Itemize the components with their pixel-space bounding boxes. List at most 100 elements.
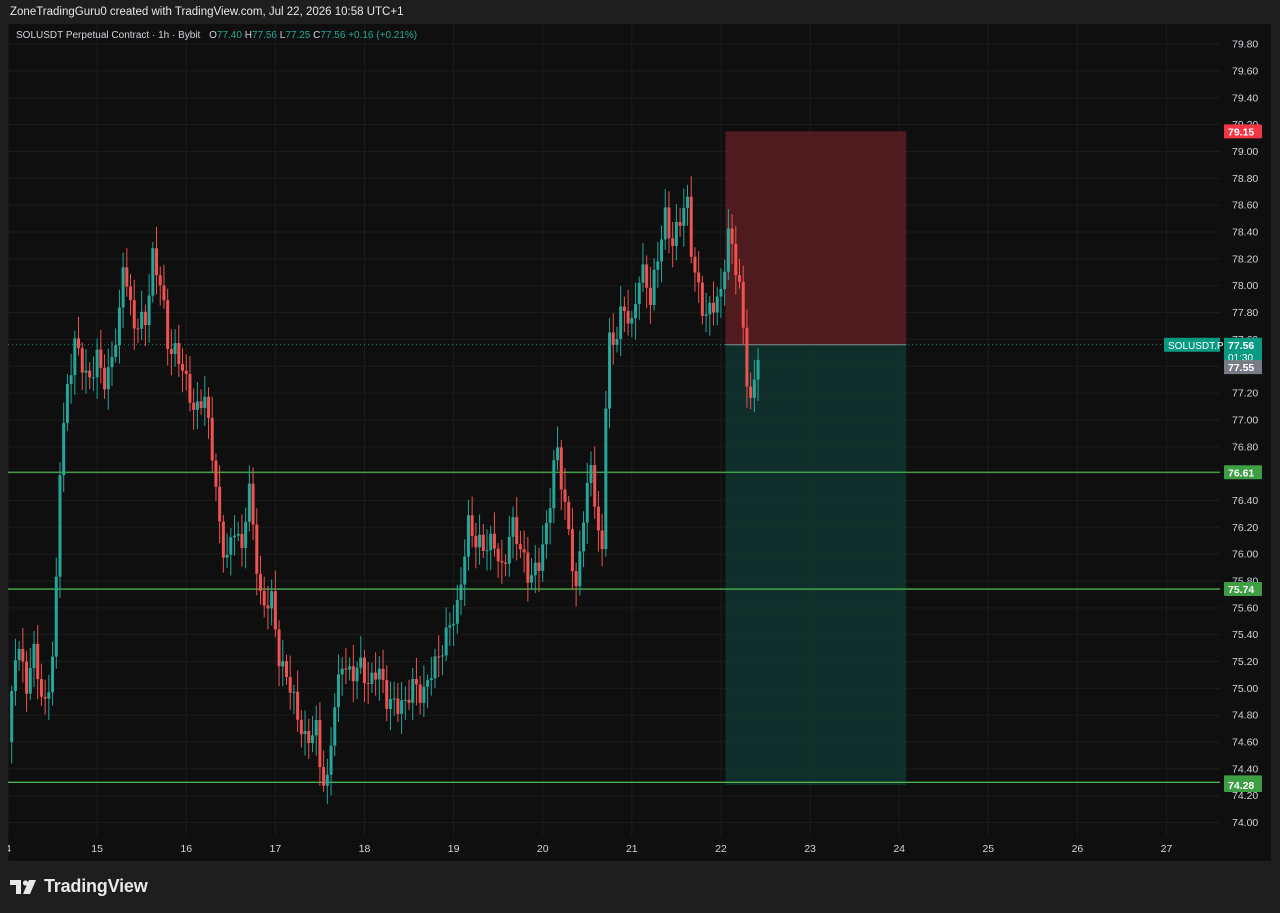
candle-body <box>619 306 623 340</box>
candle-body <box>329 745 333 775</box>
candle-body <box>730 228 734 244</box>
candle-body <box>652 269 656 305</box>
x-tick-label: 19 <box>448 843 460 855</box>
y-tick-label: 78.80 <box>1232 173 1258 185</box>
candle-body <box>195 401 199 410</box>
candle-body <box>143 311 147 326</box>
candle-body <box>459 584 463 600</box>
candle-body <box>310 735 314 744</box>
grid <box>8 24 1220 836</box>
candle-body <box>734 243 738 276</box>
candle-body <box>259 573 262 591</box>
candle-body <box>656 261 660 270</box>
y-tick-label: 79.00 <box>1232 146 1258 158</box>
candle-body <box>723 271 727 289</box>
chart-panel[interactable]: 74.00 74.20 74.40 74.60 74.80 75.00 75.20 75.40… <box>8 24 1271 861</box>
candle-body <box>318 720 322 767</box>
candle-body <box>604 408 608 550</box>
candle-body <box>296 691 300 720</box>
candle-body <box>240 533 244 548</box>
candle-body <box>400 700 404 714</box>
candle-body <box>745 327 749 387</box>
y-tick-label: 79.40 <box>1232 92 1258 104</box>
candle-body <box>54 576 58 657</box>
candle-body <box>559 447 563 490</box>
high-label: H <box>244 30 252 41</box>
candle-body <box>478 534 482 548</box>
candle-body <box>466 515 470 557</box>
candle-body <box>600 530 604 550</box>
x-tick-label: 16 <box>180 843 192 855</box>
candle-body <box>177 343 181 365</box>
y-tick-label: 76.20 <box>1232 522 1258 534</box>
take-profit-zone[interactable] <box>725 344 907 785</box>
candle-body <box>366 683 370 685</box>
chart-caption: ZoneTradingGuru0 created with TradingVie… <box>10 6 404 18</box>
y-tick-label: 74.00 <box>1232 817 1258 829</box>
x-tick-label: 24 <box>893 843 905 855</box>
candle-body <box>355 667 359 682</box>
candle-body <box>637 282 641 305</box>
candle-body <box>344 668 348 670</box>
candle-body <box>36 643 40 680</box>
x-tick-label: 26 <box>1072 843 1084 855</box>
candle-body <box>511 517 515 537</box>
candle-body <box>65 384 69 423</box>
candle-body <box>448 625 452 628</box>
y-tick-label: 75.40 <box>1232 629 1258 641</box>
candle-body <box>188 373 192 403</box>
candle-body <box>281 661 285 667</box>
candle-body <box>663 207 667 240</box>
candle-body <box>615 339 619 345</box>
candle-body <box>117 307 121 346</box>
candle-body <box>359 657 363 668</box>
candle-body <box>110 356 114 368</box>
candle-body <box>596 506 600 531</box>
candle-body <box>374 672 378 680</box>
candle-body <box>608 332 612 409</box>
candle-body <box>589 464 593 483</box>
candle-body <box>470 515 474 536</box>
candle-body <box>585 482 589 523</box>
candle-body <box>266 605 270 609</box>
candle-body <box>277 629 281 667</box>
y-tick-label: 77.00 <box>1232 414 1258 426</box>
candle-body <box>381 668 385 681</box>
x-tick-label: 15 <box>91 843 103 855</box>
candle-body <box>136 328 140 330</box>
y-tick-label: 78.00 <box>1232 280 1258 292</box>
candle-body <box>403 699 407 701</box>
candle-body <box>492 533 496 549</box>
stop-price-label: 79.15 <box>1228 126 1254 138</box>
candle-body <box>414 678 418 685</box>
stop-loss-zone[interactable] <box>725 131 907 345</box>
candle-body <box>715 296 719 313</box>
y-tick-label: 79.80 <box>1232 39 1258 51</box>
candle-body <box>125 267 129 287</box>
candle-body <box>429 678 433 681</box>
candle-body <box>273 591 277 630</box>
candle-body <box>13 660 17 692</box>
candle-body <box>158 275 162 286</box>
candle-body <box>173 343 177 354</box>
candlestick-chart[interactable]: 74.00 74.20 74.40 74.60 74.80 75.00 75.20 75.40… <box>8 24 1271 861</box>
candle-body <box>645 264 649 288</box>
candle-body <box>121 267 125 308</box>
candle-body <box>693 256 697 273</box>
candle-body <box>218 486 222 522</box>
candle-body <box>299 719 303 735</box>
candle-body <box>407 699 411 703</box>
tradingview-brand[interactable]: TradingView <box>10 876 148 897</box>
candle-body <box>348 666 352 670</box>
candle-body <box>630 318 634 324</box>
candle-body <box>229 537 233 555</box>
candle-body <box>10 691 14 743</box>
candle-body <box>474 535 478 548</box>
candle-body <box>712 302 716 313</box>
x-tick-label: 27 <box>1161 843 1173 855</box>
candle-body <box>437 656 441 658</box>
candle-body <box>43 696 47 699</box>
y-tick-label: 76.00 <box>1232 549 1258 561</box>
candle-body <box>132 300 136 329</box>
candle-body <box>396 698 400 714</box>
